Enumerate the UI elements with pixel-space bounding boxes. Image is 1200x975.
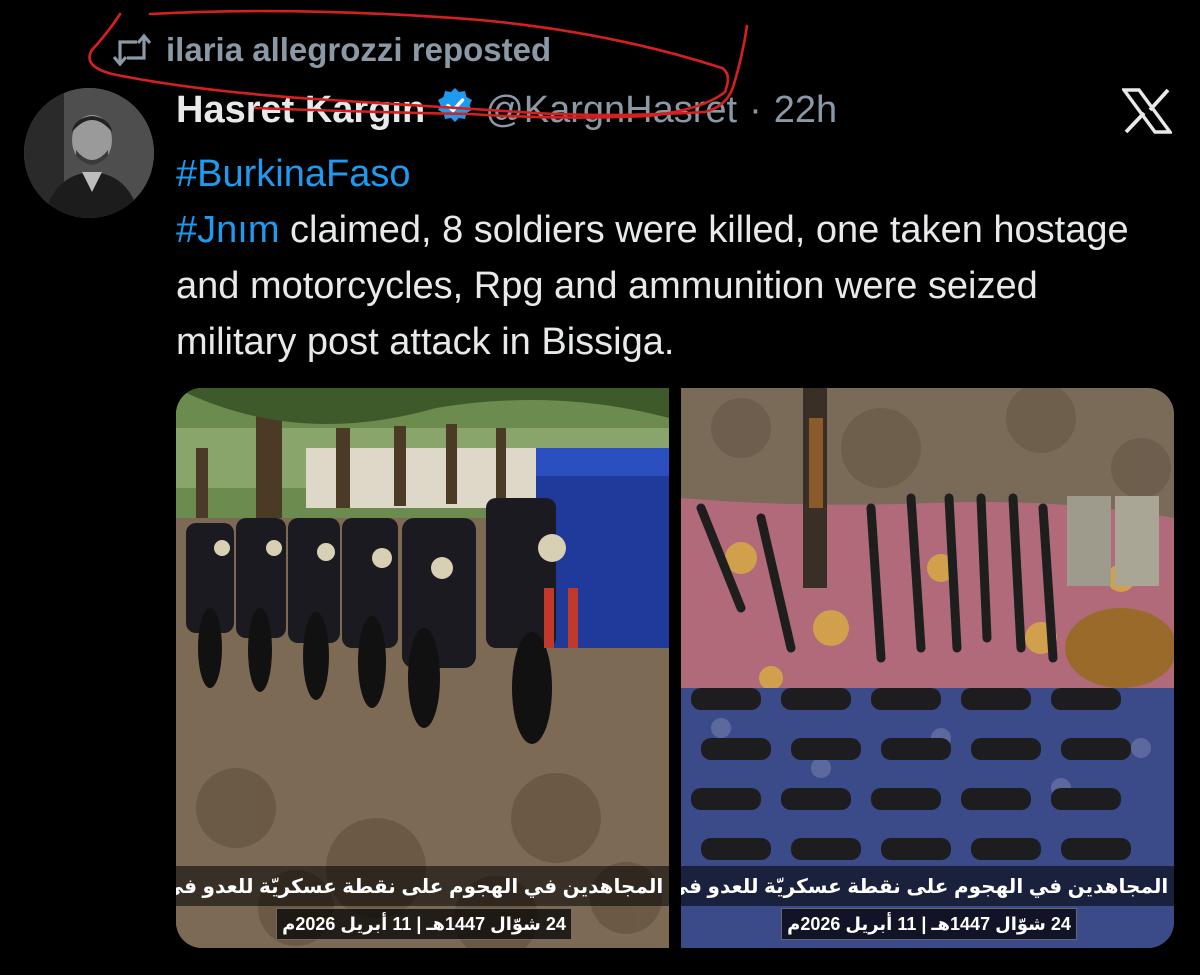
motorcycles-image	[176, 388, 669, 948]
hashtag-jnim[interactable]: #Jnım	[176, 209, 279, 251]
tweet-body: claimed, 8 soldiers were killed, one tak…	[176, 209, 1129, 363]
tweet-text: #BurkinaFaso #Jnım claimed, 8 soldiers w…	[176, 146, 1166, 370]
avatar-photo	[24, 88, 154, 218]
hashtag-burkinafaso[interactable]: #BurkinaFaso	[176, 153, 410, 195]
media-date: 24 شوّال 1447هـ | 11 أبريل 2026م	[781, 908, 1077, 940]
display-name[interactable]: Hasret Kargın	[176, 89, 425, 132]
handle[interactable]: @KargnHasret	[485, 89, 737, 132]
repost-label: ilaria allegrozzi reposted	[166, 31, 552, 68]
tweet-header: Hasret Kargın @KargnHasret · 22h	[176, 84, 837, 136]
repost-indicator[interactable]: ilaria allegrozzi reposted	[112, 28, 551, 72]
repost-icon	[112, 33, 152, 67]
avatar[interactable]	[24, 88, 154, 218]
media-caption: غنائم المجاهدين في الهجوم على نقطة عسكري…	[176, 866, 669, 906]
separator-dot: ·	[749, 88, 762, 131]
media-photo-motorcycles[interactable]: غنائم المجاهدين في الهجوم على نقطة عسكري…	[176, 388, 669, 948]
x-logo-icon	[1120, 88, 1174, 134]
weapons-image	[681, 388, 1174, 948]
verified-badge-icon	[437, 87, 473, 133]
timestamp[interactable]: 22h	[774, 89, 837, 132]
media-caption: غنائم المجاهدين في الهجوم على نقطة عسكري…	[681, 866, 1174, 906]
media-photo-weapons[interactable]: غنائم المجاهدين في الهجوم على نقطة عسكري…	[681, 388, 1174, 948]
media-gallery[interactable]: غنائم المجاهدين في الهجوم على نقطة عسكري…	[176, 388, 1174, 948]
media-date: 24 شوّال 1447هـ | 11 أبريل 2026م	[276, 908, 572, 940]
